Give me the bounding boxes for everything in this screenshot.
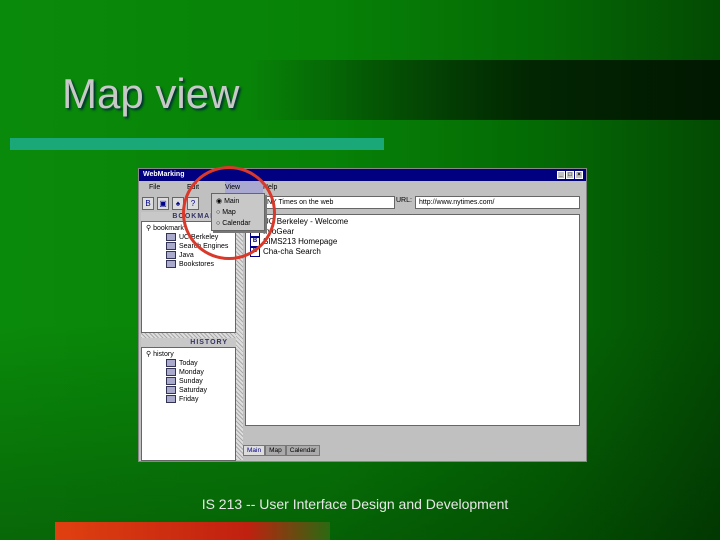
url-field[interactable]: http://www.nytimes.com/ xyxy=(415,196,580,209)
bookmark-icon[interactable]: B xyxy=(142,196,154,210)
tree-item[interactable]: Friday xyxy=(146,395,231,404)
list-item[interactable]: InfoGear xyxy=(250,227,575,237)
tab-calendar[interactable]: Calendar xyxy=(285,445,321,456)
title-field[interactable]: NY Times on the web xyxy=(263,196,395,209)
view-tabs: Main Map Calendar xyxy=(243,445,321,456)
slide-footer: IS 213 -- User Interface Design and Deve… xyxy=(201,496,509,512)
tree-item[interactable]: Today xyxy=(146,359,231,368)
tab-map[interactable]: Map xyxy=(265,445,286,456)
tree-item[interactable]: Bookstores xyxy=(146,260,231,269)
accent-bar xyxy=(10,138,384,150)
list-item[interactable]: SIMS213 Homepage xyxy=(250,237,575,247)
title-band xyxy=(250,60,720,120)
url-label: URL: xyxy=(396,197,412,204)
open-folder-icon[interactable]: ▣ xyxy=(157,196,169,210)
highlight-circle xyxy=(182,166,276,260)
bookmark-list: UC Berkeley - Welcome InfoGear SIMS213 H… xyxy=(245,214,580,426)
tree-item[interactable]: Monday xyxy=(146,368,231,377)
list-item[interactable]: UC Berkeley - Welcome xyxy=(250,217,575,227)
footer-bar xyxy=(55,522,330,540)
slide-title: Map view xyxy=(62,70,240,117)
history-tree: ⚲ history Today Monday Sunday Saturday F… xyxy=(141,347,236,461)
history-header: HISTORY xyxy=(141,338,236,347)
menu-file[interactable]: File xyxy=(149,181,187,194)
tree-item[interactable]: Sunday xyxy=(146,377,231,386)
tree-item[interactable]: Saturday xyxy=(146,386,231,395)
window-title: WebMarking xyxy=(143,171,185,178)
close-button[interactable]: × xyxy=(575,171,583,179)
maximize-button[interactable]: □ xyxy=(566,171,574,179)
history-root[interactable]: ⚲ history xyxy=(146,350,231,359)
minimize-button[interactable]: _ xyxy=(557,171,565,179)
list-item[interactable]: Cha-cha Search xyxy=(250,247,575,257)
tab-main[interactable]: Main xyxy=(243,445,266,456)
